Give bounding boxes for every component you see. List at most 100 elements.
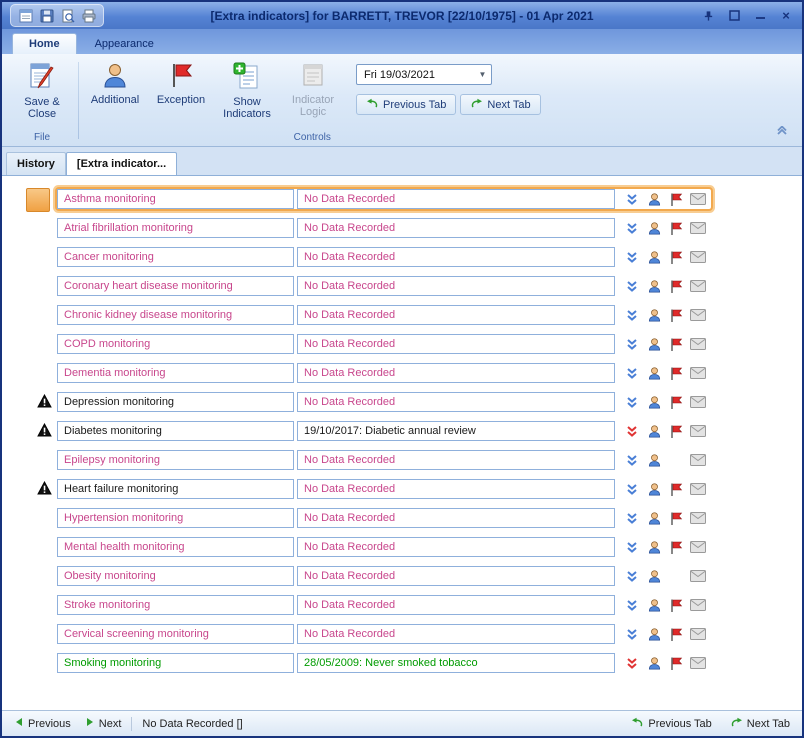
flag-icon[interactable] <box>665 479 687 499</box>
row-value-field[interactable]: No Data Recorded <box>297 276 615 296</box>
mail-icon[interactable] <box>687 392 709 412</box>
row-value-field[interactable]: No Data Recorded <box>297 247 615 267</box>
statusbar-previous-tab-button[interactable]: Previous Tab <box>627 717 715 731</box>
mail-icon[interactable] <box>687 624 709 644</box>
indicator-row[interactable]: Dementia monitoring No Data Recorded <box>57 363 711 383</box>
flag-icon[interactable] <box>665 392 687 412</box>
flag-icon[interactable] <box>665 189 687 209</box>
row-label-field[interactable]: Heart failure monitoring <box>57 479 294 499</box>
patient-icon[interactable] <box>643 305 665 325</box>
mail-icon[interactable] <box>687 537 709 557</box>
row-value-field[interactable]: No Data Recorded <box>297 624 615 644</box>
row-value-field[interactable]: No Data Recorded <box>297 363 615 383</box>
patient-icon[interactable] <box>643 537 665 557</box>
chevron-down-icon[interactable] <box>621 189 643 209</box>
next-button[interactable]: Next <box>81 717 126 730</box>
row-label-field[interactable]: Coronary heart disease monitoring <box>57 276 294 296</box>
flag-icon[interactable] <box>665 305 687 325</box>
indicator-row[interactable]: Smoking monitoring 28/05/2009: Never smo… <box>57 653 711 673</box>
row-value-field[interactable]: No Data Recorded <box>297 450 615 470</box>
printer-icon[interactable] <box>80 7 97 24</box>
flag-icon[interactable] <box>665 537 687 557</box>
row-value-field[interactable]: 28/05/2009: Never smoked tobacco <box>297 653 615 673</box>
mail-icon[interactable] <box>687 595 709 615</box>
statusbar-next-tab-button[interactable]: Next Tab <box>726 717 794 731</box>
indicator-row[interactable]: Epilepsy monitoring No Data Recorded <box>57 450 711 470</box>
chevron-down-icon[interactable] <box>621 508 643 528</box>
tab-appearance[interactable]: Appearance <box>79 34 170 54</box>
row-value-field[interactable]: No Data Recorded <box>297 508 615 528</box>
row-label-field[interactable]: Hypertension monitoring <box>57 508 294 528</box>
chevron-down-icon[interactable]: ▼ <box>474 70 491 79</box>
chevron-down-icon[interactable] <box>621 566 643 586</box>
next-tab-button[interactable]: Next Tab <box>460 94 540 115</box>
mail-icon[interactable] <box>687 334 709 354</box>
patient-icon[interactable] <box>643 566 665 586</box>
row-value-field[interactable]: No Data Recorded <box>297 595 615 615</box>
exception-button[interactable]: Exception <box>150 57 212 108</box>
print-preview-icon[interactable] <box>59 7 76 24</box>
chevron-down-icon[interactable] <box>621 624 643 644</box>
indicator-row[interactable]: Heart failure monitoring No Data Recorde… <box>57 479 711 499</box>
patient-icon[interactable] <box>643 421 665 441</box>
row-label-field[interactable]: Stroke monitoring <box>57 595 294 615</box>
patient-icon[interactable] <box>643 247 665 267</box>
chevron-down-icon[interactable] <box>621 218 643 238</box>
row-label-field[interactable]: Atrial fibrillation monitoring <box>57 218 294 238</box>
indicator-row[interactable]: Asthma monitoring No Data Recorded <box>57 189 711 209</box>
mail-icon[interactable] <box>687 305 709 325</box>
previous-tab-button[interactable]: Previous Tab <box>356 94 456 115</box>
mail-icon[interactable] <box>687 653 709 673</box>
indicator-row[interactable]: Cancer monitoring No Data Recorded <box>57 247 711 267</box>
patient-icon[interactable] <box>643 450 665 470</box>
row-label-field[interactable]: Obesity monitoring <box>57 566 294 586</box>
patient-icon[interactable] <box>643 653 665 673</box>
indicator-row[interactable]: Chronic kidney disease monitoring No Dat… <box>57 305 711 325</box>
row-label-field[interactable]: COPD monitoring <box>57 334 294 354</box>
flag-icon[interactable] <box>665 363 687 383</box>
form-icon[interactable] <box>17 7 34 24</box>
pin-icon[interactable] <box>700 8 716 24</box>
row-value-field[interactable]: No Data Recorded <box>297 479 615 499</box>
maximize-icon[interactable] <box>726 8 742 24</box>
indicator-row[interactable]: Diabetes monitoring 19/10/2017: Diabetic… <box>57 421 711 441</box>
flag-icon[interactable] <box>665 218 687 238</box>
row-value-field[interactable]: 19/10/2017: Diabetic annual review <box>297 421 615 441</box>
row-value-field[interactable]: No Data Recorded <box>297 566 615 586</box>
row-label-field[interactable]: Asthma monitoring <box>57 189 294 209</box>
mail-icon[interactable] <box>687 566 709 586</box>
flag-icon[interactable] <box>665 653 687 673</box>
row-label-field[interactable]: Mental health monitoring <box>57 537 294 557</box>
row-value-field[interactable]: No Data Recorded <box>297 189 615 209</box>
patient-icon[interactable] <box>643 595 665 615</box>
chevron-down-icon[interactable] <box>621 392 643 412</box>
flag-icon[interactable] <box>665 421 687 441</box>
indicator-row[interactable]: Coronary heart disease monitoring No Dat… <box>57 276 711 296</box>
patient-icon[interactable] <box>643 276 665 296</box>
tab-home[interactable]: Home <box>12 33 77 54</box>
mail-icon[interactable] <box>687 421 709 441</box>
mail-icon[interactable] <box>687 218 709 238</box>
previous-button[interactable]: Previous <box>10 717 75 730</box>
mail-icon[interactable] <box>687 450 709 470</box>
chevron-down-icon[interactable] <box>621 450 643 470</box>
patient-icon[interactable] <box>643 624 665 644</box>
indicator-row[interactable]: Obesity monitoring No Data Recorded <box>57 566 711 586</box>
chevron-down-icon[interactable] <box>621 276 643 296</box>
show-indicators-button[interactable]: Show Indicators <box>216 57 278 122</box>
patient-icon[interactable] <box>643 363 665 383</box>
patient-icon[interactable] <box>643 508 665 528</box>
patient-icon[interactable] <box>643 334 665 354</box>
collapse-ribbon-icon[interactable] <box>774 124 790 138</box>
patient-icon[interactable] <box>643 218 665 238</box>
save-icon[interactable] <box>38 7 55 24</box>
chevron-down-icon[interactable] <box>621 305 643 325</box>
row-label-field[interactable]: Epilepsy monitoring <box>57 450 294 470</box>
patient-icon[interactable] <box>643 189 665 209</box>
tab-extra-indicator[interactable]: [Extra indicator... <box>66 152 177 175</box>
tab-history[interactable]: History <box>6 152 66 175</box>
indicator-row[interactable]: Depression monitoring No Data Recorded <box>57 392 711 412</box>
indicator-row[interactable]: Mental health monitoring No Data Recorde… <box>57 537 711 557</box>
row-value-field[interactable]: No Data Recorded <box>297 305 615 325</box>
chevron-down-icon[interactable] <box>621 421 643 441</box>
